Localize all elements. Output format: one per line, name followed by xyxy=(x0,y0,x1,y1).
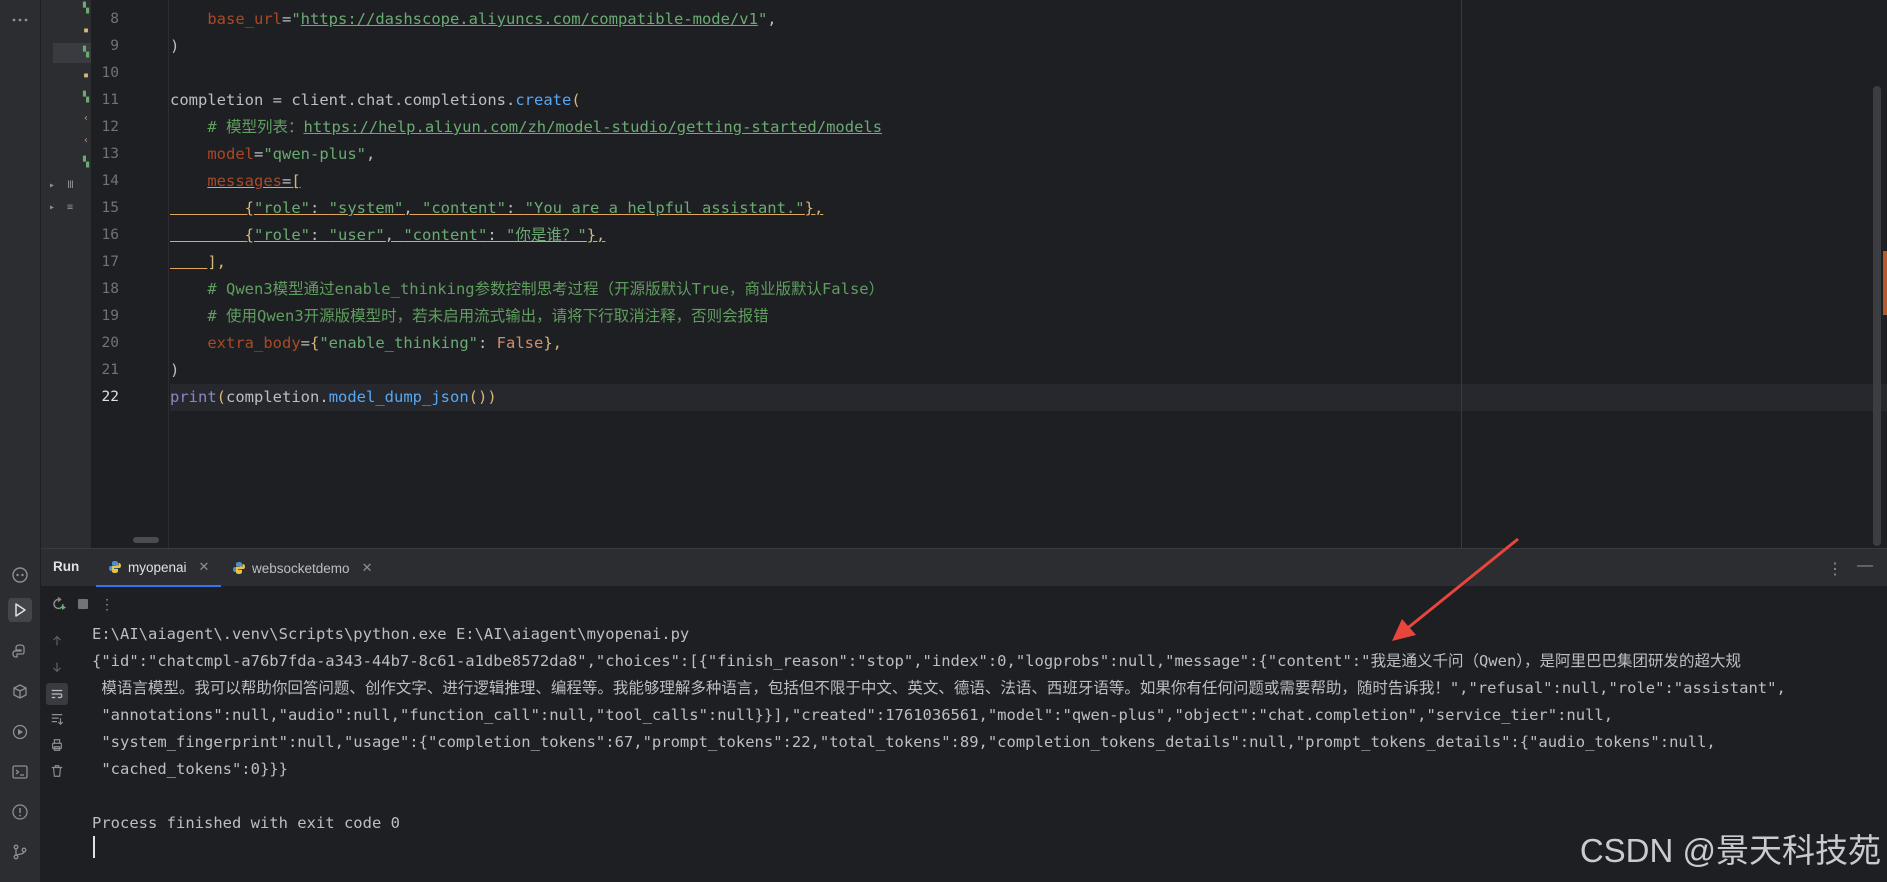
code-line: # 使用Qwen3开源版模型时，若未启用流式输出，请将下行取消注释，否则会报错 xyxy=(207,307,769,325)
line-number: 12 xyxy=(101,119,119,135)
text-caret xyxy=(93,836,95,858)
line-number: 10 xyxy=(101,65,119,81)
line-number: 20 xyxy=(101,335,119,351)
services-icon[interactable] xyxy=(8,720,32,744)
console-line: "system_fingerprint":null,"usage":{"comp… xyxy=(92,733,1716,751)
code-line: ) xyxy=(170,361,180,379)
tab-label: websocketdemo xyxy=(252,560,350,576)
file-icon[interactable]: ▚ xyxy=(83,3,89,14)
file-icon[interactable]: ▪ xyxy=(83,70,89,81)
close-icon[interactable]: ✕ xyxy=(362,560,373,576)
library-icon[interactable]: Ⅲ xyxy=(67,180,74,191)
python-file-icon xyxy=(109,561,121,573)
annotation-arrow-icon xyxy=(1392,537,1519,641)
file-icon[interactable]: ▚ xyxy=(83,157,89,168)
code-line: {"role": "system", "content": "You are a… xyxy=(244,199,824,217)
minimize-icon[interactable]: — xyxy=(1857,557,1873,575)
python-packages-icon[interactable] xyxy=(8,680,32,704)
options-icon[interactable]: ⋮ xyxy=(1827,559,1843,579)
code-line: completion = client.chat.completions.cre… xyxy=(170,91,581,109)
file-icon[interactable]: ▚ xyxy=(83,92,89,103)
console-line: Process finished with exit code 0 xyxy=(92,814,400,832)
line-number: 15 xyxy=(101,200,119,216)
console-line: "annotations":null,"audio":null,"functio… xyxy=(92,706,1614,724)
scroll-to-end-icon[interactable] xyxy=(49,711,65,727)
code-editor[interactable]: 8 9 10 11 12 13 14 15 16 17 18 19 20 21 … xyxy=(91,0,1887,548)
file-icon[interactable]: ▚ xyxy=(83,47,89,58)
watermark: CSDN @景天科技苑 xyxy=(1579,832,1881,869)
ai-assistant-icon[interactable] xyxy=(8,563,32,587)
arrow-up-icon[interactable] xyxy=(49,633,65,649)
code-line: model="qwen-plus", xyxy=(207,145,376,163)
code-link[interactable]: https://help.aliyun.com/zh/model-studio/… xyxy=(304,118,883,136)
chevron-right-icon[interactable]: ▸ xyxy=(49,202,55,213)
file-icon[interactable]: ▪ xyxy=(83,25,89,36)
code-line: # Qwen3模型通过enable_thinking参数控制思考过程（开源版默认… xyxy=(207,280,885,298)
line-number: 9 xyxy=(110,38,119,54)
problems-icon[interactable] xyxy=(8,800,32,824)
rerun-icon[interactable] xyxy=(51,596,67,612)
console-line: E:\AI\aiagent\.venv\Scripts\python.exe E… xyxy=(92,625,690,643)
code-line: {"role": "user", "content": "你是谁？"}, xyxy=(244,226,606,244)
more-actions-icon[interactable]: ⋮ xyxy=(99,596,115,612)
code-link[interactable]: https://dashscope.aliyuncs.com/compatibl… xyxy=(301,10,758,28)
horizontal-scrollbar[interactable] xyxy=(133,537,159,543)
line-number: 21 xyxy=(101,362,119,378)
project-tree: ▚ ▪ ▚ ▪ ▚ ‹ ‹ ▚ ▸ Ⅲ ▸ ≡ xyxy=(41,0,91,548)
code-line: ], xyxy=(207,253,226,271)
soft-wrap-icon[interactable] xyxy=(46,683,68,705)
python-console-icon[interactable] xyxy=(8,640,32,664)
console-line: "cached_tokens":0}}} xyxy=(92,760,288,778)
terminal-icon[interactable] xyxy=(8,760,32,784)
code-line: base_url="https://dashscope.aliyuncs.com… xyxy=(207,10,777,28)
chevron-right-icon[interactable]: ▸ xyxy=(49,180,55,191)
run-tab-bar: Run myopenai ✕ websocketdemo ✕ ⋮ — xyxy=(41,549,1887,587)
scratches-icon[interactable]: ≡ xyxy=(67,202,73,213)
git-icon[interactable] xyxy=(8,840,32,864)
line-number: 18 xyxy=(101,281,119,297)
line-number-current: 22 xyxy=(101,389,119,405)
line-number: 16 xyxy=(101,227,119,243)
arrow-down-icon[interactable] xyxy=(49,659,65,675)
print-icon[interactable] xyxy=(49,737,65,753)
run-side-toolbar xyxy=(41,621,75,882)
activity-bar xyxy=(0,0,41,882)
run-icon[interactable] xyxy=(8,598,32,622)
file-icon[interactable]: ‹ xyxy=(83,135,89,146)
code-area[interactable]: base_url="https://dashscope.aliyuncs.com… xyxy=(170,0,1887,548)
code-line: messages=[ xyxy=(207,172,301,190)
console-line: {"id":"chatcmpl-a76b7fda-a343-44b7-8c61-… xyxy=(92,652,1742,670)
right-margin-guide xyxy=(1461,0,1462,548)
code-line-current: print(completion.model_dump_json()) xyxy=(170,384,1887,411)
python-file-icon xyxy=(233,562,245,574)
editor-scrollbar[interactable] xyxy=(1873,86,1881,546)
more-icon[interactable] xyxy=(8,8,32,32)
console-line: 模语言模型。我可以帮助你回答问题、创作文字、进行逻辑推理、编程等。我能够理解多种… xyxy=(92,679,1786,697)
line-number: 13 xyxy=(101,146,119,162)
code-line: ) xyxy=(170,37,180,55)
tab-websocketdemo[interactable]: websocketdemo ✕ xyxy=(220,549,384,587)
stop-icon[interactable] xyxy=(75,596,91,612)
code-line: extra_body={"enable_thinking": False}, xyxy=(207,334,562,352)
line-number: 19 xyxy=(101,308,119,324)
tab-myopenai[interactable]: myopenai ✕ xyxy=(96,549,222,587)
warning-marker[interactable] xyxy=(1883,251,1887,315)
close-icon[interactable]: ✕ xyxy=(199,559,210,575)
run-title: Run xyxy=(53,559,80,574)
tab-label: myopenai xyxy=(128,559,187,575)
trash-icon[interactable] xyxy=(49,763,65,779)
line-number-gutter: 8 9 10 11 12 13 14 15 16 17 18 19 20 21 … xyxy=(91,0,169,548)
line-number: 8 xyxy=(110,11,119,27)
line-number: 11 xyxy=(101,92,119,108)
line-number: 17 xyxy=(101,254,119,270)
line-number: 14 xyxy=(101,173,119,189)
file-icon[interactable]: ‹ xyxy=(83,113,89,124)
code-line: # 模型列表：https://help.aliyun.com/zh/model-… xyxy=(207,118,883,136)
run-toolbar: ⋮ xyxy=(41,587,1887,621)
